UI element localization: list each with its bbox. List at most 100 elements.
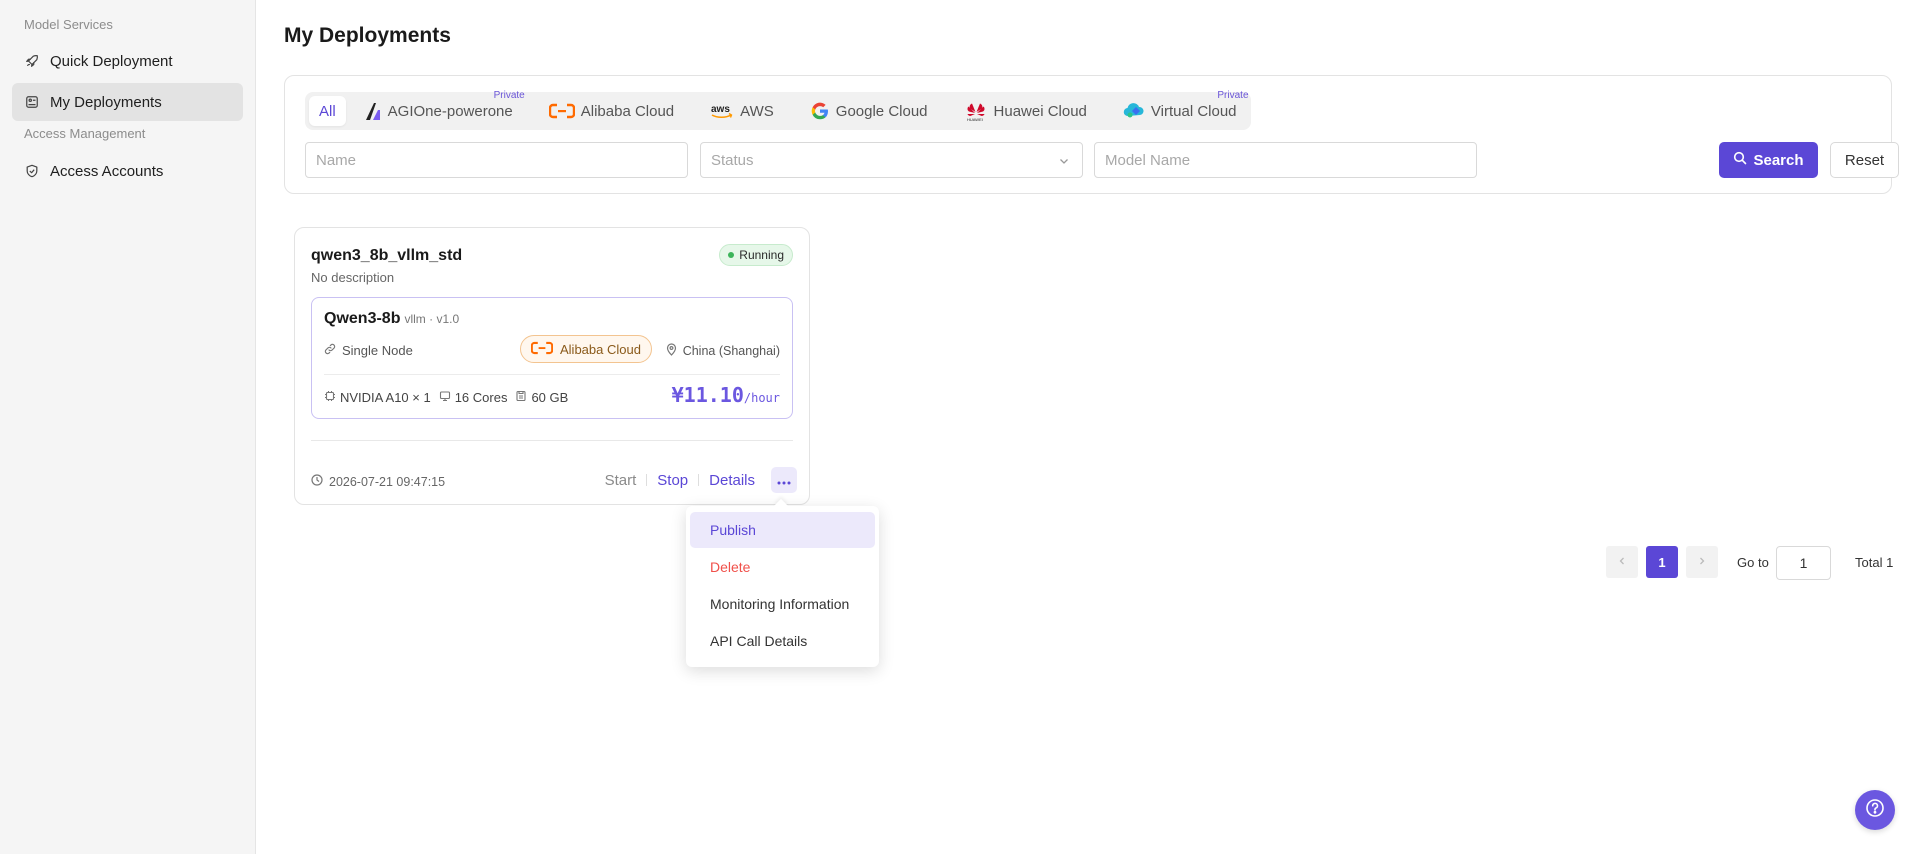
huawei-cloud-logo-icon: HUAWEI	[964, 100, 988, 122]
menu-item-publish[interactable]: Publish	[690, 512, 875, 548]
gpu-spec: NVIDIA A10 × 1	[324, 390, 431, 405]
tab-huawei-cloud[interactable]: HUAWEI Huawei Cloud	[954, 96, 1097, 126]
price-amount: ¥11.10	[671, 383, 744, 407]
goto-label: Go to	[1737, 555, 1769, 570]
sidebar-section-access-management: Access Management	[24, 126, 146, 141]
menu-item-api-call-details[interactable]: API Call Details	[690, 623, 875, 659]
model-name-input[interactable]: Model Name	[1094, 142, 1477, 178]
aws-logo-icon: aws	[710, 102, 734, 120]
menu-item-delete[interactable]: Delete	[690, 549, 875, 585]
chip-icon	[324, 390, 336, 405]
svg-text:aws: aws	[711, 104, 730, 115]
sidebar-item-label: Access Accounts	[50, 162, 164, 180]
card-actions: Start Stop Details	[595, 466, 797, 494]
alibaba-cloud-logo-icon	[548, 103, 575, 119]
cpu-icon	[439, 390, 451, 405]
cpu-label: 16 Cores	[454, 390, 508, 405]
filter-panel: All AGIOne-powerone Private Alibaba Clou…	[284, 75, 1899, 194]
rocket-icon	[24, 53, 40, 69]
svg-text:HUAWEI: HUAWEI	[967, 117, 983, 122]
name-input[interactable]: Name	[305, 142, 688, 178]
tab-label: AGIOne-powerone	[387, 102, 513, 120]
more-actions-button[interactable]	[771, 467, 797, 493]
model-version: vllm · v1.0	[404, 312, 460, 326]
next-page-button[interactable]	[1686, 546, 1718, 578]
tab-label: Virtual Cloud	[1150, 102, 1237, 120]
help-icon	[1865, 798, 1885, 823]
shield-icon	[24, 163, 40, 179]
model-info-box: Qwen3-8b vllm · v1.0 Single Node Alibaba …	[311, 297, 793, 419]
sidebar-section-model-services: Model Services	[24, 17, 113, 32]
total-count: Total 1	[1855, 555, 1894, 570]
tab-label: Alibaba Cloud	[580, 102, 675, 120]
tab-alibaba-cloud[interactable]: Alibaba Cloud	[539, 96, 684, 126]
alibaba-cloud-logo-icon	[530, 341, 554, 358]
tab-label: Huawei Cloud	[993, 102, 1087, 120]
sidebar: Model Services Quick Deployment My Deplo…	[0, 0, 256, 854]
divider	[324, 374, 780, 375]
tab-google-cloud[interactable]: Google Cloud	[800, 96, 938, 126]
goto-page-input[interactable]: 1	[1776, 546, 1831, 580]
divider	[311, 440, 793, 441]
gpu-label: NVIDIA A10 × 1	[340, 390, 431, 405]
sidebar-item-my-deployments[interactable]: My Deployments	[12, 83, 243, 121]
clock-icon	[311, 474, 323, 489]
node-label: Single Node	[342, 343, 413, 358]
sidebar-item-access-accounts[interactable]: Access Accounts	[12, 152, 243, 190]
link-icon	[324, 343, 336, 358]
provider-badge: Alibaba Cloud	[520, 335, 652, 363]
google-cloud-logo-icon	[810, 101, 830, 121]
name-placeholder: Name	[316, 151, 357, 169]
chevron-down-icon	[1058, 154, 1070, 171]
main-content: My Deployments All AGIOne-powerone Priva…	[256, 0, 1920, 854]
page-title: My Deployments	[284, 24, 451, 47]
node-type: Single Node	[324, 343, 413, 358]
details-button[interactable]: Details	[699, 472, 765, 489]
tab-virtual-cloud[interactable]: Virtual Cloud Private	[1113, 90, 1249, 126]
page-1-button[interactable]: 1	[1646, 546, 1678, 578]
private-badge: Private	[493, 90, 525, 101]
provider-tabs: All AGIOne-powerone Private Alibaba Clou…	[305, 90, 1251, 130]
created-time-label: 2026-07-21 09:47:15	[329, 474, 446, 489]
created-time: 2026-07-21 09:47:15	[311, 474, 445, 489]
agione-logo-icon	[364, 101, 382, 121]
chevron-right-icon	[1697, 553, 1707, 571]
status-badge: Running	[719, 244, 793, 266]
search-button-label: Search	[1753, 151, 1804, 169]
price-unit: /hour	[743, 391, 780, 405]
memory-icon	[515, 390, 527, 405]
deployments-icon	[24, 94, 40, 110]
menu-item-monitoring-information[interactable]: Monitoring Information	[690, 586, 875, 622]
price: ¥11.10/hour	[672, 383, 780, 407]
search-icon	[1733, 151, 1747, 169]
more-actions-menu: Publish Delete Monitoring Information AP…	[686, 506, 879, 667]
start-button[interactable]: Start	[595, 472, 647, 489]
status-select[interactable]: Status	[700, 142, 1083, 178]
private-badge: Private	[1217, 90, 1249, 101]
cpu-spec: 16 Cores	[439, 390, 508, 405]
model-title: Qwen3-8b vllm · v1.0	[324, 310, 459, 328]
memory-spec: 60 GB	[515, 390, 568, 405]
reset-button[interactable]: Reset	[1830, 142, 1899, 178]
chevron-left-icon	[1617, 553, 1627, 571]
memory-label: 60 GB	[531, 390, 569, 405]
search-button[interactable]: Search	[1719, 142, 1818, 178]
resource-specs: NVIDIA A10 × 1 16 Cores 60 GB	[324, 390, 570, 405]
status-placeholder: Status	[711, 151, 754, 169]
status-label: Running	[739, 248, 784, 262]
stop-button[interactable]: Stop	[647, 472, 698, 489]
model-name-placeholder: Model Name	[1105, 151, 1191, 169]
prev-page-button[interactable]	[1606, 546, 1638, 578]
location-pin-icon	[666, 343, 677, 359]
tab-all[interactable]: All	[309, 96, 346, 126]
tab-label: Google Cloud	[835, 102, 928, 120]
virtual-cloud-logo-icon	[1123, 102, 1145, 120]
sidebar-item-quick-deployment[interactable]: Quick Deployment	[12, 42, 243, 80]
tab-label: All	[319, 102, 336, 120]
tab-aws[interactable]: aws AWS	[700, 96, 784, 126]
sidebar-item-label: My Deployments	[50, 93, 162, 111]
tab-agione-powerone[interactable]: AGIOne-powerone Private	[354, 90, 525, 126]
sidebar-item-label: Quick Deployment	[50, 52, 173, 70]
help-button[interactable]	[1855, 790, 1895, 830]
ellipsis-icon	[777, 472, 791, 489]
